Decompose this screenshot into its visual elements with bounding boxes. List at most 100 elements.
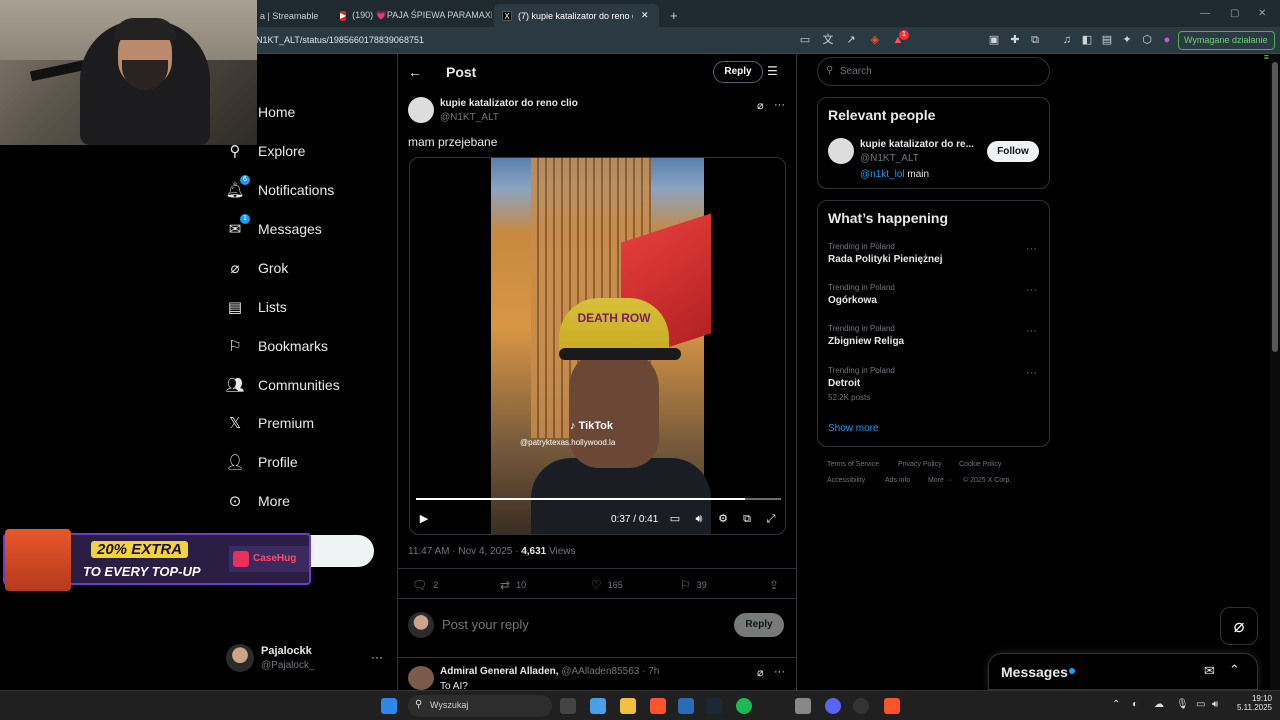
maximize-icon[interactable]: ▢ [1230, 8, 1239, 19]
footer-accessibility-link[interactable]: Accessibility [827, 477, 865, 484]
play-icon[interactable]: ▶ [417, 512, 431, 526]
show-more-link[interactable]: Show more [828, 423, 879, 434]
reply-input[interactable]: Post your reply [442, 617, 529, 632]
bio-link[interactable]: @n1kt_lol [860, 169, 905, 180]
repost-action[interactable]: ⇄ 10 [500, 578, 526, 592]
grok-icon[interactable]: ⌀ [757, 99, 764, 112]
nav-profile[interactable]: 👤︎ Profile [225, 450, 297, 474]
extension-icon[interactable]: ▣ [987, 33, 1001, 47]
more-options-icon[interactable]: ··· [774, 99, 785, 111]
messages-dock[interactable]: Messages ✉ ⌃ [988, 653, 1258, 690]
store-icon[interactable] [678, 698, 694, 714]
url-field[interactable]: N1KT_ALT/status/1985660178839068751 [256, 35, 424, 45]
reply-author-name[interactable]: Admiral General Alladen, [440, 666, 559, 677]
more-options-icon[interactable]: ··· [774, 666, 785, 678]
reply-avatar[interactable] [408, 666, 434, 690]
relevant-avatar[interactable] [828, 138, 854, 164]
minimize-icon[interactable]: — [1200, 8, 1210, 19]
cloud-icon[interactable]: ☁ [1154, 699, 1164, 710]
volume-icon[interactable]: 🔊︎ [1212, 699, 1218, 710]
nav-home[interactable]: Home [226, 100, 295, 124]
discord-icon[interactable] [825, 698, 841, 714]
steam-icon[interactable] [706, 698, 722, 714]
volume-icon[interactable]: 🔊︎ [692, 512, 706, 526]
trend-item[interactable]: Trending in Poland Rada Polityki Pieniężn… [828, 242, 942, 265]
nav-premium[interactable]: 𝕏 Premium [226, 411, 314, 435]
ad-banner[interactable]: 20% EXTRA TO EVERY TOP-UP CaseHug [3, 526, 313, 592]
settings-gear-icon[interactable]: ⚙ [716, 512, 730, 526]
tab-streamable[interactable]: a | Streamable [252, 4, 332, 27]
close-tab-icon[interactable]: ✕ [641, 10, 649, 21]
expand-icon[interactable]: ⌃ [1229, 662, 1240, 678]
footer-privacy-link[interactable]: Privacy Policy [898, 461, 942, 468]
nav-communities[interactable]: 👥︎ Communities [225, 373, 339, 397]
brave-active-icon[interactable] [884, 698, 900, 714]
copilot-icon[interactable] [590, 698, 606, 714]
brave-shield-icon[interactable]: ◈ [868, 33, 882, 47]
calculator-icon[interactable] [795, 698, 811, 714]
account-menu-icon[interactable]: ··· [371, 650, 383, 664]
taskbar-search[interactable]: ⚲ Wyszukaj [408, 695, 552, 717]
brave-icon[interactable] [650, 698, 666, 714]
profile-icon[interactable]: ● [1160, 33, 1174, 47]
share-action[interactable]: ⇪ [769, 578, 785, 592]
trend-more-icon[interactable]: ··· [1026, 284, 1037, 296]
pip-icon[interactable]: ⧉ [740, 512, 754, 526]
tab-x-post[interactable]: X (7) kupie katalizator do reno clio ✕ [494, 4, 659, 27]
nav-explore[interactable]: ⚲ Explore [226, 139, 306, 163]
leo-icon[interactable]: ✦ [1120, 33, 1134, 47]
back-arrow-icon[interactable]: ← [408, 64, 422, 80]
footer-cookie-link[interactable]: Cookie Policy [959, 461, 1001, 468]
nav-notifications[interactable]: 🔔︎ 6 Notifications [225, 175, 334, 202]
scrollbar-thumb[interactable] [1272, 62, 1278, 352]
trend-more-icon[interactable]: ··· [1026, 243, 1037, 255]
wallet-icon[interactable]: ▤ [1100, 33, 1114, 47]
trend-item[interactable]: Trending in Poland Zbigniew Religa [828, 324, 904, 347]
close-window-icon[interactable]: ✕ [1258, 8, 1266, 19]
relevant-name[interactable]: kupie katalizator do re... [860, 139, 974, 150]
new-message-icon[interactable]: ✉ [1204, 663, 1215, 679]
like-action[interactable]: ♡ 165 [591, 578, 623, 592]
account-avatar[interactable] [226, 644, 254, 672]
new-tab-button[interactable]: + [662, 4, 686, 27]
file-explorer-icon[interactable] [620, 698, 636, 714]
trend-item[interactable]: Trending in Poland Detroit 52.2K posts [828, 366, 895, 402]
grok-fab-icon[interactable]: ⌀ [1220, 607, 1258, 645]
start-icon[interactable] [381, 698, 397, 714]
settings-sliders-icon[interactable]: ☰ [767, 64, 778, 78]
header-reply-button[interactable]: Reply [713, 61, 763, 83]
cast-icon[interactable]: ▭ [798, 33, 812, 47]
brave-rewards-icon[interactable]: ▲ 1 [891, 30, 909, 47]
tray-chevron-icon[interactable]: ⌃ [1112, 699, 1120, 710]
translate-icon[interactable]: 文 [821, 33, 835, 47]
reply-action[interactable]: 🗨︎ 2 [412, 578, 438, 592]
vpn-icon[interactable]: ⬡ [1140, 33, 1154, 47]
grok-icon[interactable]: ⌀ [757, 666, 764, 679]
scrollbar[interactable] [1270, 54, 1280, 690]
trend-item[interactable]: Trending in Poland Ogórkowa [828, 283, 895, 306]
clock[interactable]: 19:10 5.11.2025 [1234, 694, 1272, 712]
author-name[interactable]: kupie katalizator do reno clio [440, 98, 578, 109]
obs-icon[interactable] [853, 698, 869, 714]
relevant-handle[interactable]: @N1KT_ALT [860, 153, 919, 164]
footer-ads-link[interactable]: Ads info [885, 477, 910, 484]
tab-youtube[interactable]: ▶ (190) 💗PAJA ŚPIEWA PARAMAXILOV [332, 4, 492, 27]
sidebar-icon[interactable]: ◧ [1080, 33, 1094, 47]
captions-icon[interactable]: ▭ [668, 512, 682, 526]
video-progress-bar[interactable] [416, 498, 781, 500]
bookmark-action[interactable]: ⚐ 39 [680, 578, 707, 592]
tray-app-icon[interactable]: ◐ [1132, 699, 1138, 710]
nav-bookmarks[interactable]: ⚐ Bookmarks [226, 334, 328, 358]
nav-lists[interactable]: ▤ Lists [226, 295, 287, 319]
music-icon[interactable]: ♫ [1060, 33, 1074, 47]
footer-more-link[interactable]: More ··· [928, 477, 953, 484]
compose-reply-button[interactable]: Reply [734, 613, 784, 637]
screenshot-icon[interactable]: ⧉ [1028, 33, 1042, 47]
mic-icon[interactable]: 🎙︎ [1176, 699, 1189, 710]
task-view-icon[interactable] [560, 698, 576, 714]
author-avatar[interactable] [408, 97, 434, 123]
puzzle-icon[interactable]: ✚ [1008, 33, 1022, 47]
search-box[interactable]: ⚲ Search [817, 57, 1050, 86]
trend-more-icon[interactable]: ··· [1026, 325, 1037, 337]
footer-tos-link[interactable]: Terms of Service [827, 461, 879, 468]
